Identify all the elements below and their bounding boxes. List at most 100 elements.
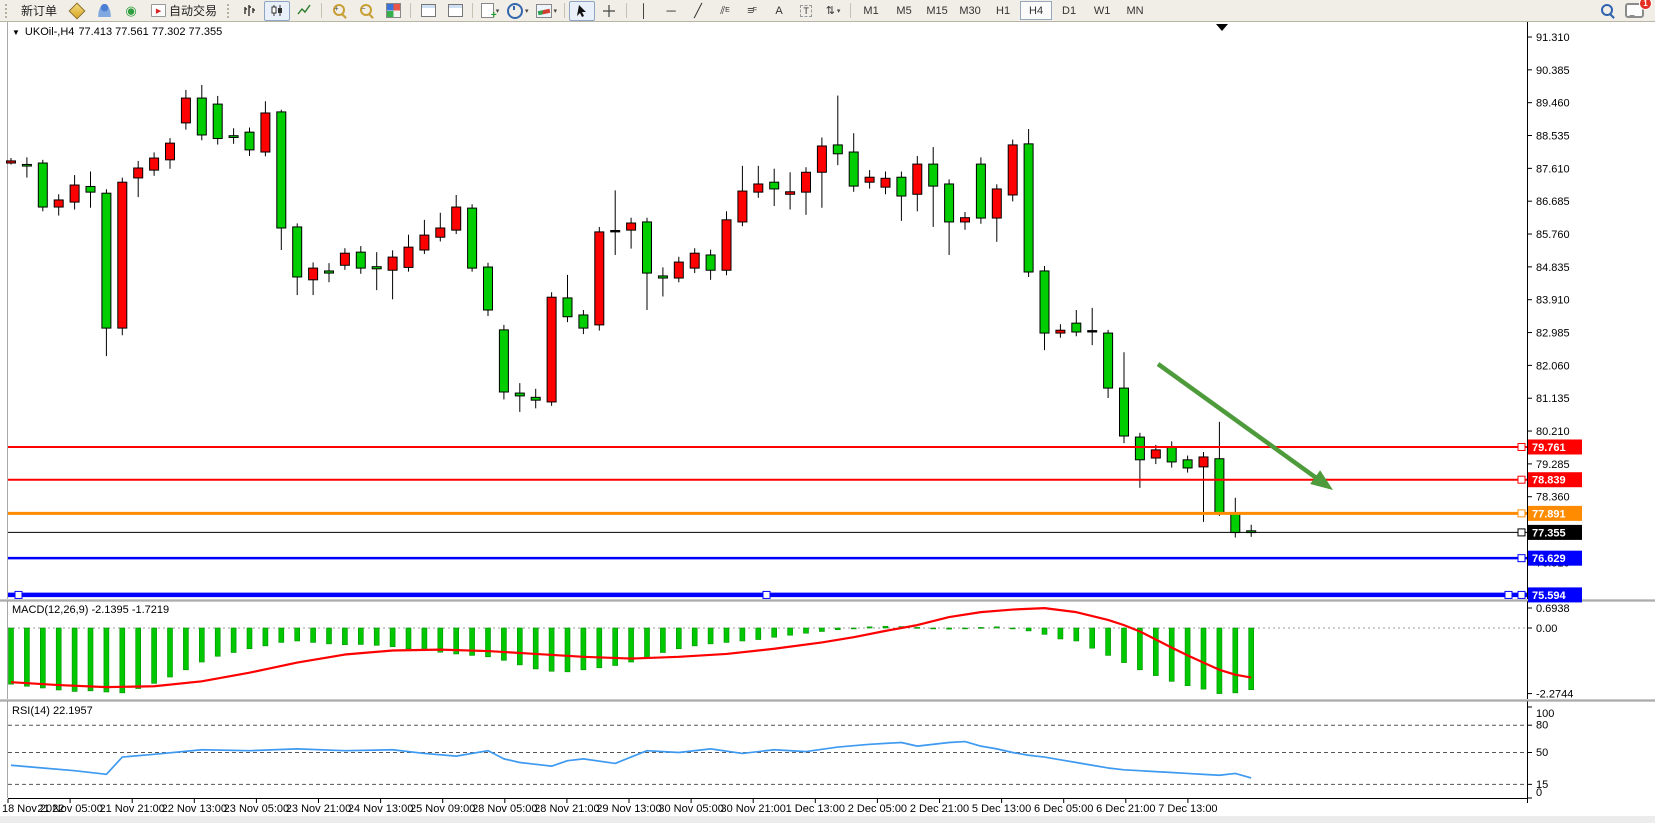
- tab-h4[interactable]: H4: [1020, 1, 1052, 20]
- time-tick-label: 2 Dec 05:00: [848, 803, 907, 815]
- line-chart-mode-button[interactable]: [291, 1, 317, 21]
- macd-histogram-bar: [819, 628, 824, 631]
- time-tick-label: 30 Nov 05:00: [658, 803, 723, 815]
- tab-m30[interactable]: M30: [954, 1, 986, 20]
- tab-mn[interactable]: MN: [1119, 1, 1151, 20]
- line-handle[interactable]: [763, 591, 770, 598]
- macd-histogram-bar: [358, 628, 363, 644]
- macd-histogram-bar: [851, 628, 856, 629]
- new-chart-icon: +: [481, 3, 494, 18]
- tab-m5[interactable]: M5: [888, 1, 920, 20]
- macd-histogram-bar: [978, 627, 983, 628]
- person-icon: [98, 4, 111, 17]
- candle-body: [245, 132, 254, 150]
- trendline-tool[interactable]: ╱: [685, 1, 711, 21]
- bar-chart-mode-button[interactable]: [237, 1, 263, 21]
- symbol-period-label: UKOil-,H4: [25, 26, 75, 38]
- candle-body: [1104, 333, 1113, 388]
- text-label-tool[interactable]: T: [793, 1, 819, 21]
- macd-histogram-bar: [835, 628, 840, 630]
- macd-histogram-bar: [247, 628, 252, 649]
- symbol-dropdown-icon[interactable]: ▼: [12, 28, 20, 37]
- candle-body: [1024, 144, 1033, 272]
- candle-body: [325, 271, 334, 273]
- candle-body: [627, 223, 636, 230]
- macd-histogram-bar: [390, 628, 395, 647]
- macd-histogram-bar: [279, 628, 284, 642]
- candle-body: [134, 168, 143, 178]
- line-axis-marker: [1518, 555, 1525, 562]
- vertical-line-tool[interactable]: │: [631, 1, 657, 21]
- candle-body: [1008, 145, 1017, 195]
- candle-body: [340, 253, 349, 265]
- candle-body: [770, 182, 779, 189]
- macd-histogram-bar: [1058, 628, 1063, 639]
- time-tick-label: 5 Dec 13:00: [972, 803, 1031, 815]
- candle-body: [420, 235, 429, 250]
- channel-tool[interactable]: ⫽E: [712, 1, 738, 21]
- zoom-in-button[interactable]: +: [326, 1, 352, 21]
- line-price-label-text: 79.761: [1532, 442, 1566, 454]
- tile-windows-button[interactable]: [380, 1, 406, 21]
- candle-body: [1072, 323, 1081, 332]
- chart-end-button[interactable]: [442, 1, 468, 21]
- autotrading-button[interactable]: ▶ 自动交易: [145, 1, 223, 21]
- macd-histogram-bar: [9, 628, 14, 684]
- candle-body: [1167, 447, 1176, 462]
- cursor-tool-button[interactable]: [569, 1, 595, 21]
- macd-histogram-bar: [327, 628, 332, 644]
- chart-title: ▼UKOil-,H477.413 77.561 77.302 77.355: [12, 26, 226, 38]
- time-tick-label: 6 Dec 05:00: [1034, 803, 1093, 815]
- price-tick-label: 78.360: [1536, 492, 1570, 504]
- accounts-icon[interactable]: [91, 1, 117, 21]
- macd-histogram-bar: [804, 628, 809, 633]
- market-watch-icon[interactable]: [64, 1, 90, 21]
- time-tick-label: 28 Nov 05:00: [472, 803, 537, 815]
- new-order-button[interactable]: 新订单: [15, 1, 63, 21]
- candle-body: [372, 267, 381, 269]
- zoom-out-button[interactable]: −: [353, 1, 379, 21]
- signals-icon[interactable]: ◉: [118, 1, 144, 21]
- tab-h1[interactable]: H1: [987, 1, 1019, 20]
- price-tick-label: 87.610: [1536, 163, 1570, 175]
- notifications-button[interactable]: 1: [1621, 1, 1647, 21]
- macd-histogram-bar: [581, 628, 586, 670]
- tab-w1[interactable]: W1: [1086, 1, 1118, 20]
- macd-histogram-bar: [342, 628, 347, 645]
- tab-d1[interactable]: D1: [1053, 1, 1085, 20]
- crosshair-tool-button[interactable]: [596, 1, 622, 21]
- candle-body: [484, 267, 493, 310]
- candle-chart-mode-button[interactable]: [264, 1, 290, 21]
- line-axis-marker: [1518, 443, 1525, 450]
- line-handle[interactable]: [15, 591, 22, 598]
- time-tick-label: 25 Nov 09:00: [410, 803, 475, 815]
- candle-body: [658, 276, 667, 278]
- new-chart-button[interactable]: +▾: [477, 1, 503, 21]
- line-handle[interactable]: [1505, 591, 1512, 598]
- candle-body: [38, 163, 47, 207]
- tab-m1[interactable]: M1: [855, 1, 887, 20]
- text-tool[interactable]: A: [766, 1, 792, 21]
- horizontal-line-tool[interactable]: ─: [658, 1, 684, 21]
- macd-histogram-bar: [422, 628, 427, 650]
- line-chart-icon: [297, 4, 312, 17]
- tab-m15[interactable]: M15: [921, 1, 953, 20]
- candle-body: [706, 255, 715, 270]
- chart-forward-button[interactable]: [415, 1, 441, 21]
- macd-histogram-bar: [406, 628, 411, 649]
- price-chart[interactable]: 91.31090.38589.46088.53587.61086.68585.7…: [0, 0, 1655, 823]
- candle-body: [976, 164, 985, 218]
- macd-tick-label: 0.6938: [1536, 603, 1570, 615]
- periods-button[interactable]: ▾: [504, 1, 532, 21]
- candle-body: [1231, 513, 1240, 533]
- candle-body: [563, 298, 572, 317]
- toolbar-grip[interactable]: [5, 4, 11, 18]
- fibonacci-tool[interactable]: ≡F: [739, 1, 765, 21]
- candle-body: [531, 397, 540, 400]
- macd-histogram-bar: [517, 628, 522, 665]
- search-button[interactable]: [1594, 1, 1620, 21]
- toolbar-grip[interactable]: [227, 4, 233, 18]
- trading-terminal: 新订单 ◉ ▶ 自动交易 + − +▾ ▾ ▾: [0, 0, 1655, 823]
- arrows-tool[interactable]: ⇅▾: [820, 1, 846, 21]
- indicators-button[interactable]: ▾: [533, 1, 561, 21]
